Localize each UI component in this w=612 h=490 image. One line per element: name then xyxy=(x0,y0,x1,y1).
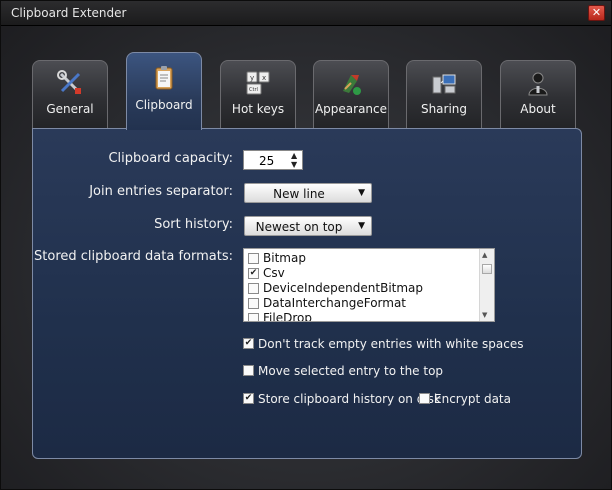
clipboard-icon xyxy=(155,66,173,90)
network-icon xyxy=(432,74,456,94)
checkbox-box[interactable]: ✔ xyxy=(243,338,254,349)
scroll-down-icon[interactable]: ▼ xyxy=(482,311,487,319)
format-checkbox[interactable]: ✔ xyxy=(248,268,259,279)
checkbox-label: Encrypt data xyxy=(434,392,511,406)
tools-icon xyxy=(57,70,81,94)
chevron-down-icon: ▼ xyxy=(358,188,365,198)
format-checkbox[interactable] xyxy=(248,253,259,264)
checkbox-box[interactable] xyxy=(419,393,430,404)
formats-label: Stored clipboard data formats: xyxy=(34,249,233,264)
tab-label-hot-keys: Hot keys xyxy=(231,102,285,116)
keyboard-icon: y x Ctrl xyxy=(246,71,270,95)
tab-label-clipboard: Clipboard xyxy=(135,98,193,112)
sort-label: Sort history: xyxy=(154,217,233,232)
capacity-value: 25 xyxy=(259,154,275,168)
format-checkbox[interactable] xyxy=(248,283,259,294)
list-item-label: DeviceIndependentBitmap xyxy=(263,281,424,295)
formats-listbox[interactable]: Bitmap ✔ Csv DeviceIndependentBitmap Dat… xyxy=(243,248,495,322)
tab-label-sharing: Sharing xyxy=(420,102,468,116)
capacity-spinner[interactable]: 25 ▲ ▼ xyxy=(243,150,303,170)
close-icon: ✕ xyxy=(591,6,602,19)
separator-value: New line xyxy=(273,187,325,201)
scroll-up-icon[interactable]: ▲ xyxy=(482,251,487,259)
close-button[interactable]: ✕ xyxy=(588,5,605,21)
spin-down-icon[interactable]: ▼ xyxy=(291,161,299,169)
separator-dropdown[interactable]: New line ▼ xyxy=(244,183,372,203)
tab-label-about: About xyxy=(520,102,556,116)
sort-dropdown[interactable]: Newest on top ▼ xyxy=(244,216,372,236)
spin-up-icon[interactable]: ▲ xyxy=(291,152,299,160)
checkbox-box[interactable]: ✔ xyxy=(243,393,254,404)
format-checkbox[interactable] xyxy=(248,313,259,321)
format-checkbox[interactable] xyxy=(248,298,259,309)
list-item-label: DataInterchangeFormat xyxy=(263,296,407,310)
sort-value: Newest on top xyxy=(255,220,343,234)
tab-clipboard[interactable]: Clipboard xyxy=(126,52,202,130)
checkbox-label: Store clipboard history on disk xyxy=(258,392,441,406)
checkbox-label: Don't track empty entries with white spa… xyxy=(258,337,524,351)
listbox-scrollbar[interactable]: ▲ ▼ xyxy=(479,249,494,321)
tab-label-general: General xyxy=(46,102,94,116)
tab-sharing[interactable]: Sharing xyxy=(406,60,482,128)
separator-label: Join entries separator: xyxy=(89,184,233,199)
list-item-label: FileDrop xyxy=(263,311,312,322)
tab-label-appearance: Appearance xyxy=(314,102,388,116)
svg-text:x: x xyxy=(262,74,266,82)
tab-appearance[interactable]: Appearance xyxy=(313,60,389,128)
scroll-thumb[interactable] xyxy=(482,264,492,274)
svg-text:y: y xyxy=(250,74,254,82)
svg-text:Ctrl: Ctrl xyxy=(249,87,258,93)
checkbox-label: Move selected entry to the top xyxy=(258,364,444,378)
paint-icon xyxy=(343,75,361,95)
list-item-label: Bitmap xyxy=(263,251,306,265)
capacity-label: Clipboard capacity: xyxy=(108,151,233,166)
tab-hot-keys[interactable]: y x Ctrl Hot keys xyxy=(220,60,296,128)
window-title: Clipboard Extender xyxy=(11,6,127,20)
tab-general[interactable]: General xyxy=(32,60,108,128)
list-item-label: Csv xyxy=(263,266,285,280)
checkbox-box[interactable] xyxy=(243,365,254,376)
title-bar[interactable]: Clipboard Extender ✕ xyxy=(1,1,611,26)
app-window: Clipboard Extender ✕ General Clipboard y xyxy=(0,0,612,490)
chevron-down-icon: ▼ xyxy=(358,221,365,231)
tab-about[interactable]: About xyxy=(500,60,576,128)
person-icon xyxy=(528,72,548,96)
